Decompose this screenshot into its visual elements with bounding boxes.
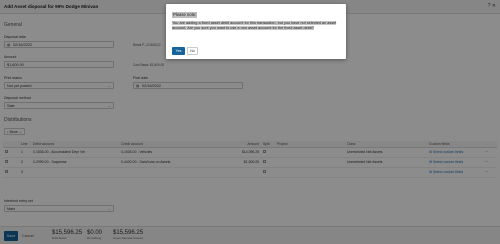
yes-button[interactable]: Yes (172, 47, 185, 55)
dialog-title: Please note: (172, 12, 198, 18)
no-button[interactable]: No (187, 47, 198, 55)
confirmation-dialog: Please note: You are adding a fixed asse… (166, 4, 346, 59)
dialog-message: You are adding a fixed asset debit accou… (172, 21, 337, 30)
